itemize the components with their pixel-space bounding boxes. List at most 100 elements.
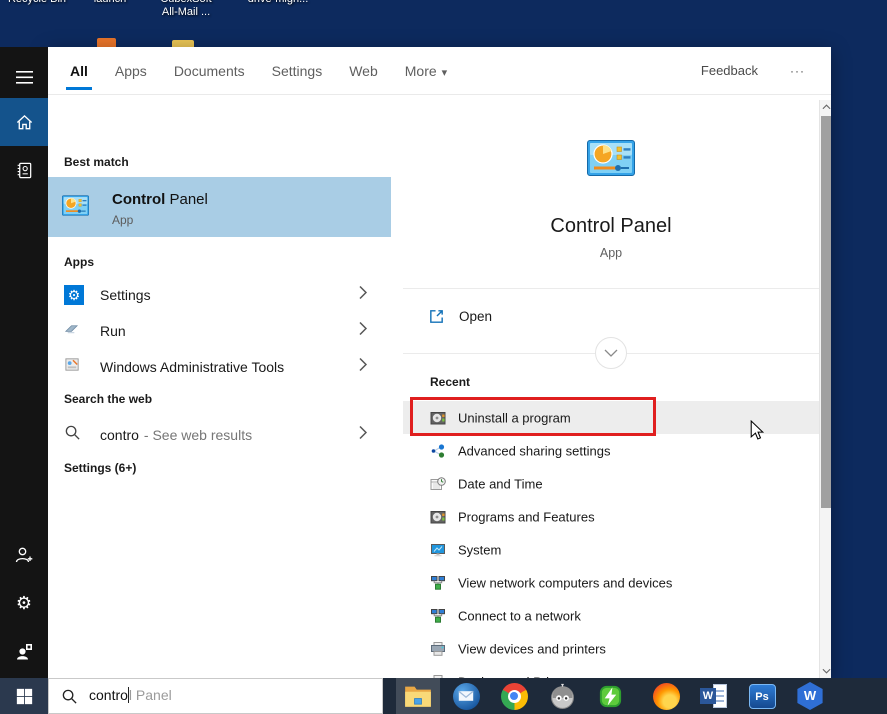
desktop-icon-partial[interactable] <box>97 38 116 47</box>
desktop-icon-label: launch <box>74 0 146 6</box>
tab-apps[interactable]: Apps <box>115 47 147 95</box>
chevron-right-icon[interactable] <box>359 358 367 377</box>
gear-icon: ⚙ <box>16 594 32 612</box>
tab-all[interactable]: All <box>70 47 88 95</box>
network-icon <box>430 575 446 591</box>
search-icon <box>61 688 78 710</box>
tab-more[interactable]: More▾ <box>405 47 447 95</box>
best-match-subtitle: App <box>112 213 133 227</box>
journal-button[interactable] <box>0 146 48 194</box>
taskbar-app-driver-utility[interactable] <box>588 678 632 714</box>
feedback-link[interactable]: Feedback <box>701 63 758 78</box>
add-account-button[interactable] <box>0 531 48 579</box>
recent-item-date-time[interactable]: Date and Time <box>403 467 819 500</box>
mouse-cursor <box>748 420 766 440</box>
divider <box>403 288 819 289</box>
account-button[interactable] <box>0 627 48 675</box>
section-header-settings-group: Settings (6+) <box>64 461 136 475</box>
recent-item-system[interactable]: System <box>403 533 819 566</box>
scroll-up-arrow[interactable] <box>820 100 831 114</box>
preview-subtitle: App <box>403 246 819 260</box>
scrollbar-thumb[interactable] <box>821 116 831 508</box>
typed-query: contro <box>89 687 128 703</box>
run-icon <box>64 321 79 341</box>
journal-icon <box>15 161 34 180</box>
home-button[interactable] <box>0 98 48 146</box>
recent-item-view-network[interactable]: View network computers and devices <box>403 566 819 599</box>
result-admin-tools[interactable]: Windows Administrative Tools <box>48 349 391 385</box>
word-icon: W <box>700 683 728 709</box>
settings-button[interactable]: ⚙ <box>0 579 48 627</box>
best-match-result[interactable]: Control Panel App <box>48 177 391 237</box>
preview-column: Control Panel App Open Recent Uninstall … <box>403 95 819 678</box>
scroll-down-arrow[interactable] <box>820 664 831 678</box>
results-column: Best match Control Panel <box>48 95 391 678</box>
file-explorer-icon <box>404 684 432 708</box>
tab-documents[interactable]: Documents <box>174 47 245 95</box>
recent-item-view-devices-printers[interactable]: View devices and printers <box>403 632 819 665</box>
network-icon <box>430 608 446 624</box>
taskbar-app-wps[interactable]: W <box>788 678 832 714</box>
taskbar: control Panel <box>0 678 887 714</box>
recent-item-devices-printers[interactable]: Devices and Printers <box>403 665 819 678</box>
system-icon <box>430 542 446 558</box>
recent-item-connect-network[interactable]: Connect to a network <box>403 599 819 632</box>
chevron-down-icon: ▾ <box>442 49 448 97</box>
search-icon <box>64 424 81 446</box>
chevron-right-icon[interactable] <box>359 322 367 341</box>
datetime-icon <box>430 476 446 492</box>
section-header-web: Search the web <box>64 392 152 406</box>
chevron-down-icon <box>604 349 618 357</box>
desktop-icon-partial[interactable] <box>172 40 194 47</box>
taskbar-app-robot[interactable] <box>540 678 584 714</box>
overflow-menu-button[interactable]: ··· <box>790 64 805 78</box>
chevron-right-icon[interactable] <box>359 286 367 305</box>
hamburger-menu-button[interactable] <box>0 53 48 101</box>
tab-web[interactable]: Web <box>349 47 378 95</box>
expand-actions-button[interactable] <box>595 337 627 369</box>
result-settings[interactable]: ⚙ Settings <box>48 277 391 313</box>
best-match-title: Control Panel <box>112 191 208 208</box>
tab-settings[interactable]: Settings <box>272 47 323 95</box>
windows-logo-icon <box>16 688 33 705</box>
taskbar-app-chrome[interactable] <box>492 678 536 714</box>
control-panel-icon <box>62 194 89 222</box>
recent-header: Recent <box>430 375 470 389</box>
sharing-icon <box>430 443 446 459</box>
thunderbird-icon <box>453 683 480 710</box>
taskbar-app-photoshop[interactable]: Ps <box>740 678 784 714</box>
search-flyout: All Apps Documents Settings Web More▾ Fe… <box>48 47 831 678</box>
taskbar-app-file-explorer[interactable] <box>396 678 440 714</box>
chrome-icon <box>501 683 528 710</box>
hamburger-icon <box>16 71 33 84</box>
desktop-icon-label: Recycle Bin <box>1 0 73 6</box>
start-button[interactable] <box>0 678 48 714</box>
taskbar-search-input[interactable]: control Panel <box>48 678 383 714</box>
open-action[interactable]: Open <box>403 295 819 339</box>
result-run[interactable]: Run <box>48 313 391 349</box>
search-tabbar: All Apps Documents Settings Web More▾ Fe… <box>48 47 831 95</box>
taskbar-app-word[interactable]: W <box>692 678 736 714</box>
home-icon <box>15 113 34 132</box>
driver-utility-icon <box>597 683 624 710</box>
taskbar-app-firefox[interactable] <box>644 678 688 714</box>
scrollbar[interactable] <box>819 100 831 678</box>
section-header-apps: Apps <box>64 255 94 269</box>
robot-app-icon <box>549 683 576 710</box>
user-badge-icon <box>14 641 34 661</box>
desktop-icon-label: CubexSoftAll-Mail ... <box>150 0 222 19</box>
admin-tools-icon <box>64 356 81 378</box>
settings-gear-icon: ⚙ <box>64 285 84 305</box>
photoshop-icon: Ps <box>749 684 776 709</box>
programs-icon <box>430 509 446 525</box>
control-panel-icon-large <box>587 138 635 183</box>
preview-title: Control Panel <box>403 215 819 238</box>
autocomplete-ghost: l Panel <box>129 687 172 703</box>
taskbar-app-thunderbird[interactable] <box>444 678 488 714</box>
chevron-right-icon[interactable] <box>359 426 367 445</box>
start-menu-rail: ⚙ <box>0 47 48 678</box>
result-web-search[interactable]: contro- See web results <box>48 417 391 453</box>
add-user-icon <box>14 545 34 565</box>
recent-item-programs-features[interactable]: Programs and Features <box>403 500 819 533</box>
desktop-icon-label: drive-migh... <box>242 0 314 6</box>
